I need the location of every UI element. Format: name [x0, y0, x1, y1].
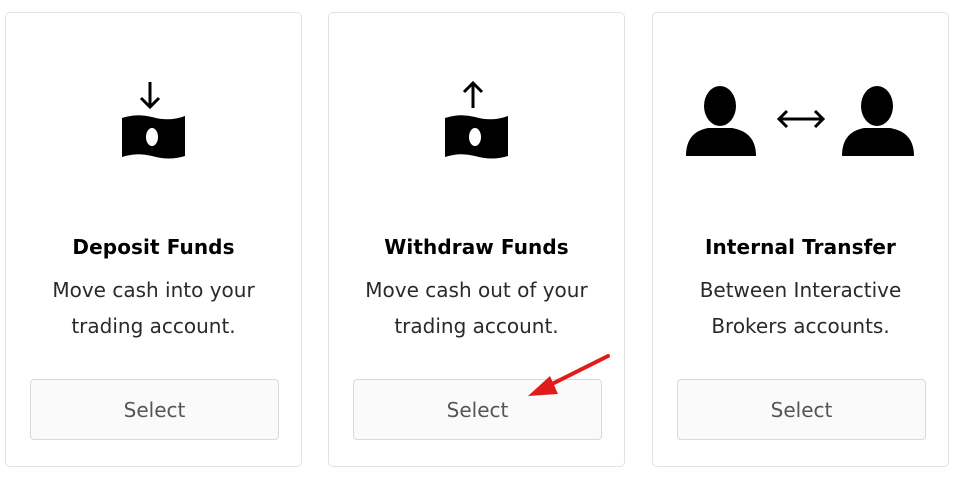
internal-transfer-select-button[interactable]: Select	[677, 379, 926, 440]
withdraw-funds-card[interactable]: Withdraw Funds Move cash out of your tra…	[328, 12, 625, 467]
deposit-funds-card[interactable]: Deposit Funds Move cash into your tradin…	[5, 12, 302, 467]
deposit-select-button[interactable]: Select	[30, 379, 279, 440]
internal-transfer-card[interactable]: Internal Transfer Between Interactive Br…	[652, 12, 949, 467]
card-title: Deposit Funds	[72, 235, 235, 259]
deposit-money-icon	[6, 78, 301, 168]
withdraw-select-button[interactable]: Select	[353, 379, 602, 440]
card-description: Between Interactive Brokers accounts.	[699, 278, 902, 338]
double-arrow-icon	[776, 109, 825, 129]
card-description: Move cash into your trading account.	[52, 278, 255, 338]
card-description: Move cash out of your trading account.	[365, 278, 588, 338]
person-icon	[841, 86, 914, 156]
person-icon	[685, 86, 756, 156]
withdraw-money-icon	[329, 78, 624, 168]
card-title: Withdraw Funds	[384, 235, 569, 259]
user-transfer-icon	[653, 78, 948, 168]
card-title: Internal Transfer	[705, 235, 896, 259]
